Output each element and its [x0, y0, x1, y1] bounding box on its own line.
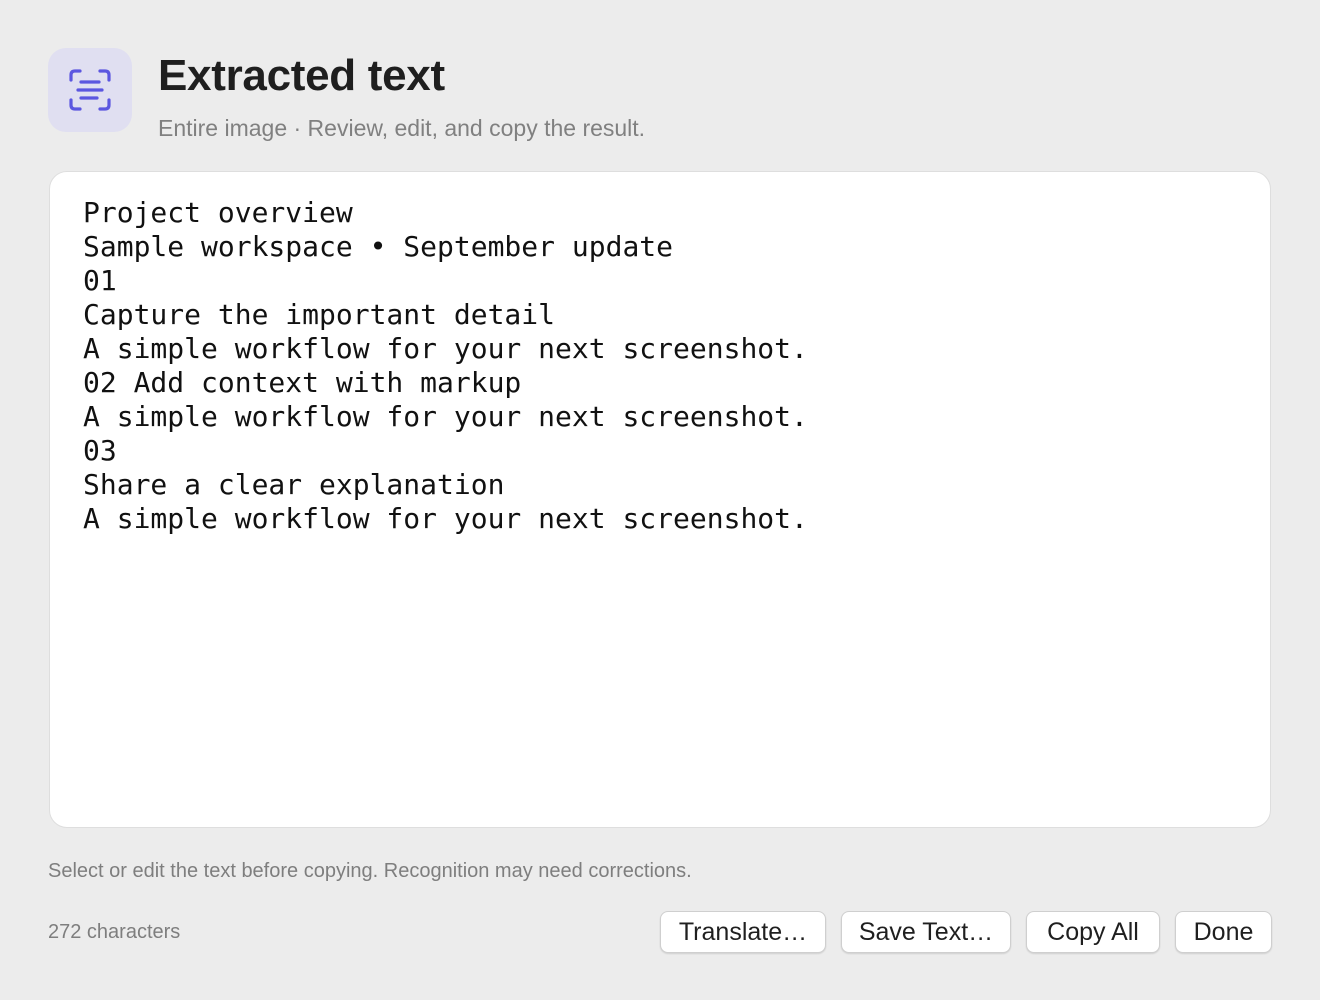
- page-title: Extracted text: [158, 51, 445, 100]
- extracted-text-panel: [49, 171, 1271, 828]
- page-subtitle: Entire image · Review, edit, and copy th…: [158, 115, 646, 141]
- editing-hint: Select or edit the text before copying. …: [48, 860, 692, 882]
- save-text-button[interactable]: Save Text…: [841, 911, 1011, 953]
- extracted-text-editor[interactable]: [83, 196, 1246, 803]
- extracted-text-window: Extracted text Entire image · Review, ed…: [0, 0, 1320, 1000]
- translate-button[interactable]: Translate…: [660, 911, 826, 953]
- copy-all-button[interactable]: Copy All: [1026, 911, 1160, 953]
- text-recognition-icon: [48, 48, 132, 132]
- character-count: 272 characters: [48, 921, 181, 943]
- done-button[interactable]: Done: [1175, 911, 1272, 953]
